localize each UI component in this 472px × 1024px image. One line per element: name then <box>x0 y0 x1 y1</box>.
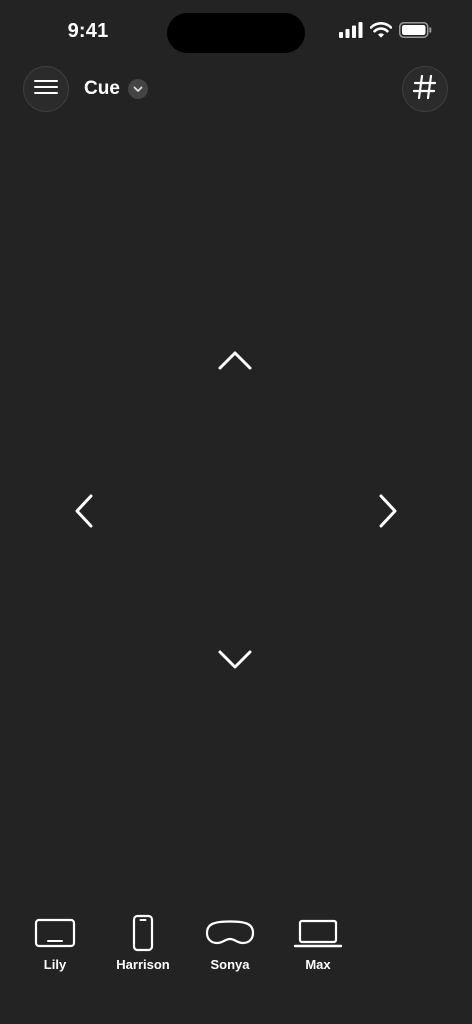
hashtag-button[interactable] <box>402 66 448 112</box>
device-label: Lily <box>43 957 67 972</box>
down-arrow-button[interactable] <box>212 644 258 680</box>
hamburger-menu-icon <box>34 78 58 101</box>
device-item-harrison[interactable]: Harrison <box>98 912 188 972</box>
right-arrow-button[interactable] <box>370 490 406 536</box>
left-arrow-button[interactable] <box>66 490 102 536</box>
chevron-down-icon <box>127 79 148 99</box>
cellular-signal-icon <box>339 21 363 43</box>
status-time: 9:41 <box>67 20 109 42</box>
hashtag-icon <box>412 74 437 105</box>
device-list: Lily Harrison Sonya Max <box>0 912 472 982</box>
chevron-up-icon <box>217 349 253 376</box>
device-label: Max <box>305 957 331 972</box>
device-selector[interactable]: Cue <box>84 78 148 100</box>
vision-headset-icon <box>205 912 255 954</box>
device-label: Sonya <box>210 957 250 972</box>
chevron-down-icon <box>217 649 253 676</box>
status-icons <box>339 21 432 43</box>
device-item-lily[interactable]: Lily <box>10 912 100 972</box>
phone-icon <box>131 912 155 954</box>
battery-icon <box>399 21 432 43</box>
device-item-max[interactable]: Max <box>273 912 363 972</box>
up-arrow-button[interactable] <box>212 344 258 380</box>
page-title: Cue <box>84 78 120 99</box>
chevron-left-icon <box>73 493 95 534</box>
wifi-icon <box>369 21 393 43</box>
menu-button[interactable] <box>23 66 69 112</box>
chevron-right-icon <box>377 493 399 534</box>
tv-icon <box>33 912 77 954</box>
dynamic-island <box>167 13 305 53</box>
device-item-sonya[interactable]: Sonya <box>185 912 275 972</box>
laptop-icon <box>293 912 343 954</box>
device-label: Harrison <box>116 957 170 972</box>
